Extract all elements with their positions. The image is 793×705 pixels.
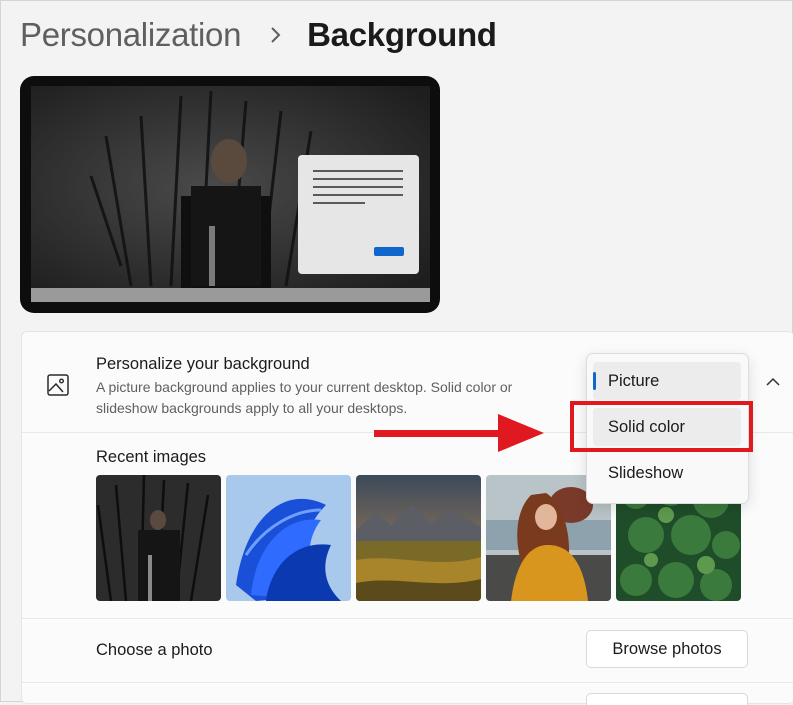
browse-photos-button[interactable]: Browse photos bbox=[586, 630, 748, 668]
option-label: Slideshow bbox=[608, 463, 684, 482]
selected-indicator bbox=[593, 372, 596, 390]
preview-taskbar bbox=[31, 288, 430, 302]
chevron-up-icon[interactable] bbox=[763, 372, 783, 392]
divider bbox=[22, 618, 793, 619]
recent-image-2[interactable] bbox=[226, 475, 351, 601]
dropdown-option-picture[interactable]: Picture bbox=[593, 362, 741, 400]
annotation-arrow-icon bbox=[374, 414, 544, 452]
option-label: Picture bbox=[608, 371, 660, 390]
next-row-button[interactable] bbox=[586, 693, 748, 705]
annotation-highlight-box bbox=[570, 401, 753, 452]
choose-photo-label: Choose a photo bbox=[96, 641, 213, 659]
chevron-right-icon bbox=[263, 22, 289, 48]
breadcrumb: Personalization Background bbox=[20, 13, 497, 57]
dropdown-option-slideshow[interactable]: Slideshow bbox=[593, 454, 741, 492]
page-title: Background bbox=[307, 16, 497, 53]
recent-image-1[interactable] bbox=[96, 475, 221, 601]
preview-window bbox=[298, 155, 419, 274]
preview-window-button bbox=[374, 247, 404, 256]
breadcrumb-personalization[interactable]: Personalization bbox=[20, 16, 241, 54]
divider bbox=[22, 682, 793, 683]
personalize-title: Personalize your background bbox=[96, 355, 310, 373]
recent-images-label: Recent images bbox=[96, 448, 207, 466]
image-icon bbox=[46, 373, 70, 397]
recent-image-3[interactable] bbox=[356, 475, 481, 601]
